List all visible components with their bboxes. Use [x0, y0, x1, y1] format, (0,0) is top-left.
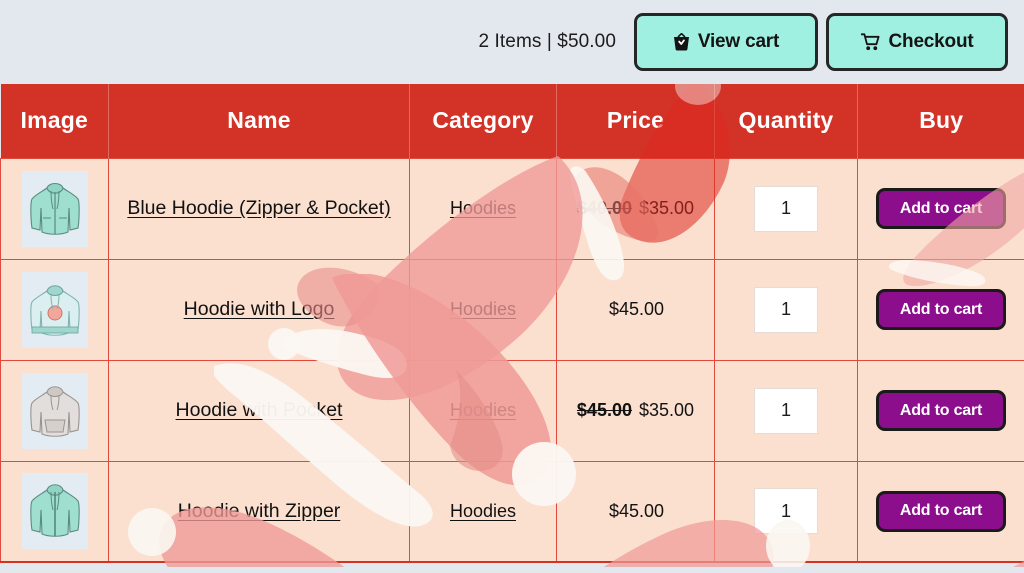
view-cart-label: View cart [698, 31, 779, 53]
cart-toolbar: 2 Items | $50.00 View cart Checkout [0, 0, 1024, 84]
table-row: Hoodie with Zipper Hoodies $45.00 Add to… [1, 461, 1024, 562]
product-price-cell: $40.00 $35.00 [557, 158, 715, 259]
product-price-cell: $45.00 $35.00 [557, 360, 715, 461]
product-name-cell: Hoodie with Zipper [109, 461, 410, 562]
product-image-cell [1, 259, 109, 360]
price-original: $45.00 [577, 400, 632, 420]
product-category-link[interactable]: Hoodies [450, 501, 516, 521]
product-name-link[interactable]: Blue Hoodie (Zipper & Pocket) [127, 197, 390, 219]
quantity-input[interactable] [754, 488, 818, 534]
product-quantity-cell [715, 158, 858, 259]
product-category-cell: Hoodies [410, 259, 557, 360]
price-current: $45.00 [609, 501, 664, 521]
product-buy-cell: Add to cart [858, 360, 1024, 461]
column-header-name: Name [109, 84, 410, 158]
price-current: $35.00 [639, 198, 694, 218]
product-name-link[interactable]: Hoodie with Pocket [176, 399, 343, 421]
column-header-image: Image [1, 84, 109, 158]
shopping-cart-icon [861, 33, 881, 51]
table-body: Blue Hoodie (Zipper & Pocket) Hoodies $4… [1, 158, 1024, 562]
product-quantity-cell [715, 461, 858, 562]
product-category-link[interactable]: Hoodies [450, 198, 516, 218]
add-to-cart-button[interactable]: Add to cart [876, 188, 1006, 229]
table-header: Image Name Category Price Quantity Buy [1, 84, 1024, 158]
product-category-link[interactable]: Hoodies [450, 299, 516, 319]
product-thumbnail-blue-zip-hoodie[interactable] [22, 171, 88, 247]
price-original: $40.00 [577, 198, 632, 218]
product-thumbnail-hoodie-with-logo[interactable] [22, 272, 88, 348]
products-table-container: Image Name Category Price Quantity Buy [0, 84, 1024, 567]
table-header-row: Image Name Category Price Quantity Buy [1, 84, 1024, 158]
basket-icon [673, 33, 690, 51]
product-category-cell: Hoodies [410, 461, 557, 562]
product-image-cell [1, 158, 109, 259]
product-thumbnail-teal-hoodie-with-zipper[interactable] [22, 473, 88, 549]
product-image-cell [1, 461, 109, 562]
product-category-cell: Hoodies [410, 360, 557, 461]
product-name-link[interactable]: Hoodie with Zipper [178, 500, 341, 522]
cart-summary-text: 2 Items | $50.00 [478, 31, 616, 53]
product-image-cell [1, 360, 109, 461]
table-row: Blue Hoodie (Zipper & Pocket) Hoodies $4… [1, 158, 1024, 259]
product-quantity-cell [715, 360, 858, 461]
product-name-link[interactable]: Hoodie with Logo [184, 298, 335, 320]
price-current: $45.00 [609, 299, 664, 319]
product-category-cell: Hoodies [410, 158, 557, 259]
column-header-category: Category [410, 84, 557, 158]
product-buy-cell: Add to cart [858, 259, 1024, 360]
price-current: $35.00 [639, 400, 694, 420]
product-listing-page: 2 Items | $50.00 View cart Checkout [0, 0, 1024, 573]
add-to-cart-button[interactable]: Add to cart [876, 491, 1006, 532]
product-quantity-cell [715, 259, 858, 360]
product-price-cell: $45.00 [557, 461, 715, 562]
column-header-buy: Buy [858, 84, 1024, 158]
product-name-cell: Hoodie with Pocket [109, 360, 410, 461]
quantity-input[interactable] [754, 287, 818, 333]
product-price-cell: $45.00 [557, 259, 715, 360]
table-row: Hoodie with Logo Hoodies $45.00 Add to c… [1, 259, 1024, 360]
view-cart-button[interactable]: View cart [634, 13, 818, 71]
product-buy-cell: Add to cart [858, 461, 1024, 562]
products-table: Image Name Category Price Quantity Buy [0, 84, 1024, 563]
table-row: Hoodie with Pocket Hoodies $45.00 $35.00… [1, 360, 1024, 461]
add-to-cart-button[interactable]: Add to cart [876, 289, 1006, 330]
add-to-cart-button[interactable]: Add to cart [876, 390, 1006, 431]
product-name-cell: Hoodie with Logo [109, 259, 410, 360]
column-header-quantity: Quantity [715, 84, 858, 158]
checkout-label: Checkout [889, 31, 974, 53]
product-buy-cell: Add to cart [858, 158, 1024, 259]
product-category-link[interactable]: Hoodies [450, 400, 516, 420]
quantity-input[interactable] [754, 186, 818, 232]
quantity-input[interactable] [754, 388, 818, 434]
column-header-price: Price [557, 84, 715, 158]
checkout-button[interactable]: Checkout [826, 13, 1008, 71]
product-name-cell: Blue Hoodie (Zipper & Pocket) [109, 158, 410, 259]
product-thumbnail-gray-hoodie-with-pocket[interactable] [22, 373, 88, 449]
